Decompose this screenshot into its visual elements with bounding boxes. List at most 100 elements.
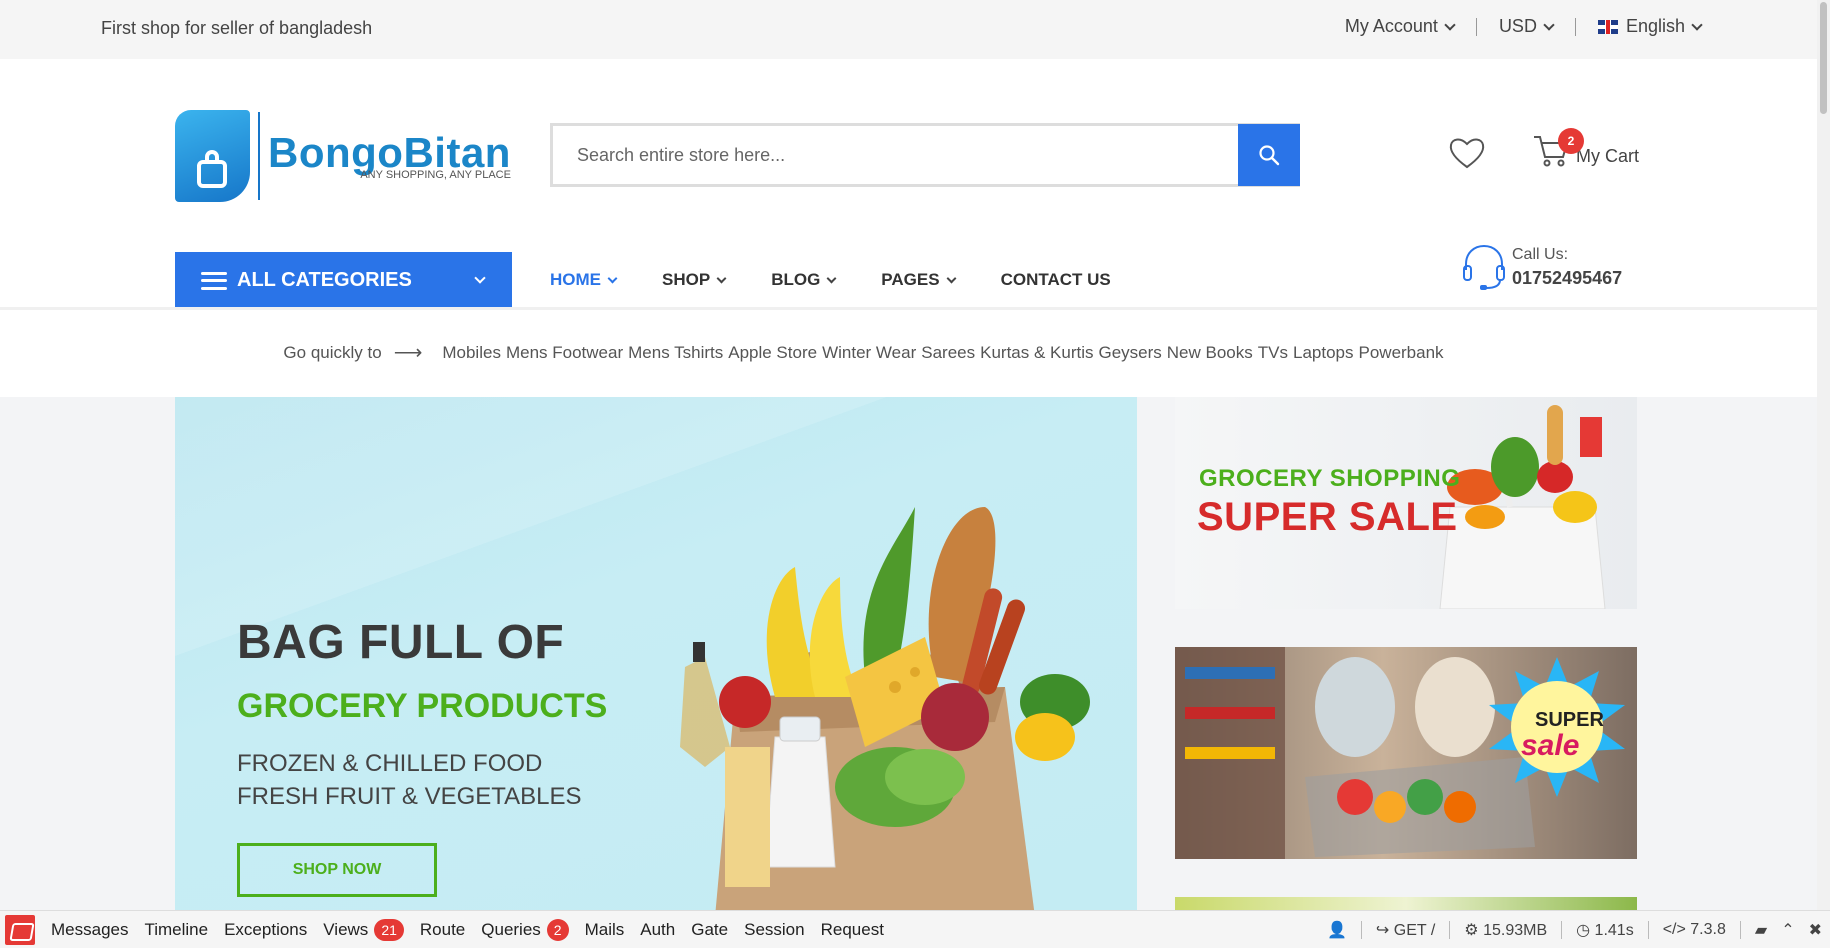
quick-link[interactable]: New Books bbox=[1167, 343, 1253, 363]
user-icon[interactable]: 👤 bbox=[1327, 920, 1347, 940]
quick-link[interactable]: Apple Store bbox=[728, 343, 817, 363]
debug-tab-route[interactable]: Route bbox=[420, 920, 465, 940]
request-method[interactable]: ↪ GET / bbox=[1376, 920, 1435, 940]
all-categories-label: ALL CATEGORIES bbox=[237, 269, 412, 291]
search-bar bbox=[550, 123, 1300, 187]
debug-bar: Messages Timeline Exceptions Views 21 Rou… bbox=[0, 910, 1830, 948]
debug-count-badge: 2 bbox=[546, 918, 569, 941]
menu-item-blog[interactable]: BLOG bbox=[771, 270, 837, 290]
banner-1-line-1: GROCERY SHOPPING bbox=[1199, 465, 1461, 492]
request-time[interactable]: ◷ 1.41s bbox=[1576, 920, 1634, 940]
hero-line-4: FRESH FRUIT & VEGETABLES bbox=[237, 783, 582, 810]
quick-link[interactable]: TVs bbox=[1258, 343, 1288, 363]
quick-link[interactable]: Sarees bbox=[921, 343, 975, 363]
time-label: 1.41s bbox=[1594, 922, 1634, 939]
search-icon bbox=[1259, 145, 1280, 166]
cart-count-badge: 2 bbox=[1558, 128, 1584, 154]
side-banner-grocery-sale[interactable]: GROCERY SHOPPING SUPER SALE bbox=[1175, 397, 1637, 609]
debugbar-tabs: Messages Timeline Exceptions Views 21 Rou… bbox=[51, 918, 900, 941]
debug-tab-label: Session bbox=[744, 919, 805, 939]
logo-divider bbox=[258, 112, 260, 200]
debugbar-logo-icon[interactable] bbox=[5, 914, 35, 945]
call-us-label: Call Us: bbox=[1512, 245, 1569, 263]
my-account-label: My Account bbox=[1344, 16, 1438, 36]
quick-link[interactable]: Kurtas & Kurtis bbox=[980, 343, 1093, 363]
all-categories-button[interactable]: ALL CATEGORIES bbox=[175, 252, 512, 309]
language-dropdown[interactable]: English bbox=[1576, 16, 1703, 37]
debug-tab-label: Auth bbox=[640, 919, 676, 939]
chevron-down-icon bbox=[607, 273, 618, 283]
debug-tab-label: Queries bbox=[481, 919, 541, 939]
my-account-dropdown[interactable]: My Account bbox=[1323, 16, 1476, 37]
debug-tab-mails[interactable]: Mails bbox=[585, 920, 625, 940]
quick-link[interactable]: Mens Footwear bbox=[506, 343, 623, 363]
debug-tab-exceptions[interactable]: Exceptions bbox=[224, 920, 307, 940]
menu-item-label: HOME bbox=[550, 270, 601, 289]
debug-tab-timeline[interactable]: Timeline bbox=[144, 920, 208, 940]
search-input[interactable] bbox=[553, 126, 1238, 184]
debug-tab-label: Views bbox=[323, 919, 369, 939]
menu-icon bbox=[201, 271, 227, 290]
hero-heading: BAG FULL OF bbox=[237, 616, 565, 669]
debug-tab-auth[interactable]: Auth bbox=[640, 920, 675, 940]
wishlist-button[interactable] bbox=[1448, 136, 1486, 175]
phone-number[interactable]: 01752495467 bbox=[1512, 268, 1622, 289]
arrow-right-icon: ⟶ bbox=[393, 342, 423, 364]
menu-item-home[interactable]: HOME bbox=[550, 270, 618, 290]
quick-link[interactable]: Geysers bbox=[1098, 343, 1161, 363]
top-bar: First shop for seller of bangladesh My A… bbox=[0, 0, 1817, 59]
debug-tab-label: Exceptions bbox=[224, 919, 308, 939]
menu-item-label: BLOG bbox=[771, 270, 821, 289]
folder-icon[interactable]: ▰ bbox=[1755, 920, 1767, 940]
site-logo[interactable]: BongoBitan ANY SHOPPING, ANY PLACE bbox=[175, 109, 515, 203]
chevron-up-icon[interactable]: ⌃ bbox=[1781, 920, 1794, 940]
quick-link[interactable]: Winter Wear bbox=[822, 343, 916, 363]
debug-tab-request[interactable]: Request bbox=[821, 920, 884, 940]
quick-link[interactable]: Mobiles bbox=[442, 343, 501, 363]
heart-icon bbox=[1449, 138, 1485, 169]
call-us: Call Us: 01752495467 bbox=[1462, 242, 1622, 292]
search-button[interactable] bbox=[1238, 124, 1300, 186]
chevron-down-icon bbox=[1444, 18, 1456, 31]
currency-dropdown[interactable]: USD bbox=[1477, 16, 1575, 37]
debug-tab-label: Timeline bbox=[144, 919, 209, 939]
page-scrollbar[interactable] bbox=[1817, 0, 1830, 910]
request-method-label: GET / bbox=[1393, 922, 1436, 939]
top-bar-right: My Account USD English bbox=[1323, 16, 1703, 37]
menu-item-label: SHOP bbox=[662, 270, 711, 289]
debug-tab-messages[interactable]: Messages bbox=[51, 920, 128, 940]
headset-icon bbox=[1463, 244, 1505, 290]
php-version-label: 7.3.8 bbox=[1690, 921, 1726, 938]
php-version[interactable]: </> 7.3.8 bbox=[1663, 921, 1726, 939]
menu-item-shop[interactable]: SHOP bbox=[662, 270, 727, 290]
debug-tab-session[interactable]: Session bbox=[744, 920, 804, 940]
side-banner-super-sale[interactable]: SUPER sale bbox=[1175, 647, 1637, 859]
debugbar-stats: 👤 ↪ GET / ⚙ 15.93MB ◷ 1.41s </> 7.3.8 ▰ … bbox=[1327, 911, 1822, 948]
banner-1-line-2: SUPER SALE bbox=[1197, 495, 1458, 539]
shop-now-button[interactable]: SHOP NOW bbox=[237, 843, 437, 897]
close-icon[interactable]: ✖ bbox=[1809, 920, 1822, 940]
debug-tab-label: Mails bbox=[584, 919, 625, 939]
debug-tab-queries[interactable]: Queries 2 bbox=[481, 918, 569, 941]
hero-line-3: FROZEN & CHILLED FOOD bbox=[237, 750, 543, 777]
chevron-down-icon bbox=[716, 273, 727, 283]
scrollbar-thumb[interactable] bbox=[1820, 2, 1827, 114]
chevron-down-icon bbox=[474, 272, 486, 284]
menu-item-contact-us[interactable]: CONTACT US bbox=[1001, 270, 1111, 290]
debug-tab-views[interactable]: Views 21 bbox=[323, 918, 404, 941]
quick-links: Go quickly to ⟶ Mobiles Mens Footwear Me… bbox=[0, 340, 1817, 365]
quick-links-label: Go quickly to bbox=[283, 342, 382, 362]
cart-button[interactable]: 2 My Cart bbox=[1532, 128, 1639, 169]
nav-divider bbox=[0, 307, 1817, 310]
quick-link[interactable]: Laptops bbox=[1293, 343, 1354, 363]
quick-link[interactable]: Mens Tshirts bbox=[628, 343, 723, 363]
debug-tab-gate[interactable]: Gate bbox=[691, 920, 728, 940]
memory-usage[interactable]: ⚙ 15.93MB bbox=[1464, 920, 1547, 940]
quick-link[interactable]: Powerbank bbox=[1359, 343, 1444, 363]
menu-item-pages[interactable]: PAGES bbox=[881, 270, 957, 290]
code-icon: </> bbox=[1662, 921, 1686, 938]
hero-description: FROZEN & CHILLED FOOD FRESH FRUIT & VEGE… bbox=[237, 747, 582, 813]
brand-slogan: ANY SHOPPING, ANY PLACE bbox=[360, 169, 511, 181]
logo-mark bbox=[175, 110, 250, 202]
grocery-bag-image bbox=[680, 507, 1090, 910]
